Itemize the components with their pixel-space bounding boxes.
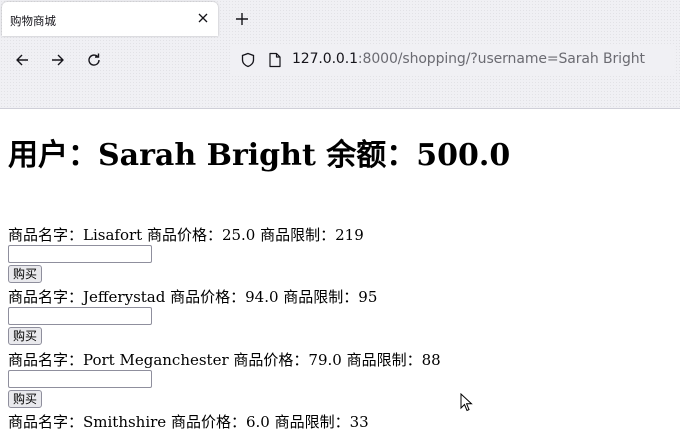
product-item: 商品名字：Port Meganchester 商品价格：79.0 商品限制：88… (8, 351, 608, 408)
url-path: :8000/shopping/?username=Sarah Bright (357, 51, 645, 67)
reload-icon[interactable] (86, 52, 102, 68)
buy-button[interactable]: 购买 (8, 327, 43, 345)
quantity-input[interactable] (8, 245, 152, 263)
user-balance-heading: 用户：Sarah Bright 余额：500.0 (8, 138, 511, 173)
product-info: 商品名字：Smithshire 商品价格：6.0 商品限制：33 (8, 413, 369, 431)
url-text[interactable]: 127.0.0.1:8000/shopping/?username=Sarah … (292, 51, 645, 67)
buy-button[interactable]: 购买 (8, 390, 43, 408)
page-icon (269, 52, 281, 68)
browser-chrome: 购物商城 127.0.0.1:8000/shopping/?username=S… (0, 0, 680, 109)
product-info: 商品名字：Port Meganchester 商品价格：79.0 商品限制：88 (8, 351, 441, 369)
plus-icon[interactable] (234, 11, 250, 27)
buy-button[interactable]: 购买 (8, 265, 43, 283)
product-info: 商品名字：Lisafort 商品价格：25.0 商品限制：219 (8, 226, 364, 244)
product-item: 商品名字：Jefferystad 商品价格：94.0 商品限制：95 购买 (8, 288, 608, 345)
arrow-left-icon[interactable] (14, 52, 30, 68)
product-info: 商品名字：Jefferystad 商品价格：94.0 商品限制：95 (8, 288, 378, 306)
url-host: 127.0.0.1 (292, 51, 358, 67)
shield-icon[interactable] (240, 52, 256, 68)
product-item: 商品名字：Lisafort 商品价格：25.0 商品限制：219 购买 (8, 226, 608, 283)
address-bar[interactable]: 127.0.0.1:8000/shopping/?username=Sarah … (230, 44, 676, 76)
tab-title: 购物商城 (10, 14, 56, 28)
quantity-input[interactable] (8, 370, 152, 388)
arrow-right-icon[interactable] (50, 52, 66, 68)
quantity-input[interactable] (8, 307, 152, 325)
browser-tab[interactable]: 购物商城 (2, 2, 218, 36)
mouse-cursor-icon (460, 393, 473, 412)
product-item: 商品名字：Smithshire 商品价格：6.0 商品限制：33 (8, 413, 608, 431)
close-icon[interactable] (196, 11, 210, 25)
